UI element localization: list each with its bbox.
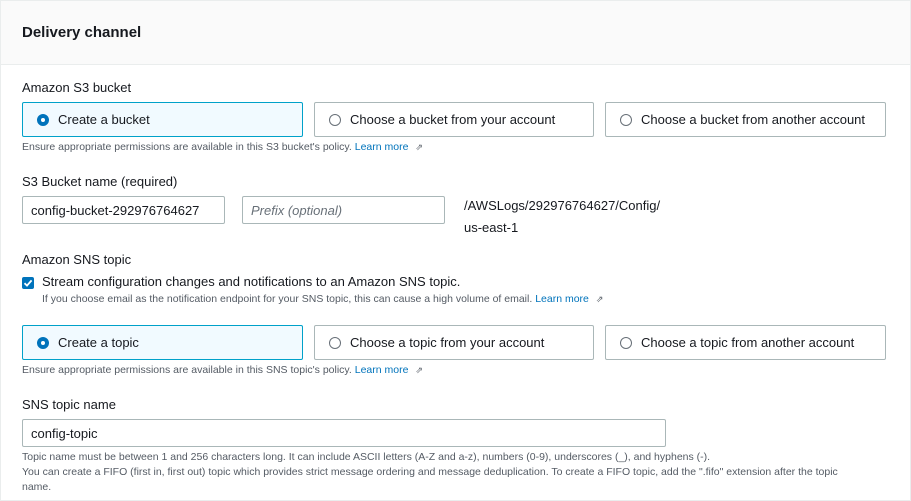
- radio-label: Choose a topic from another account: [641, 335, 855, 350]
- radio-label: Choose a topic from your account: [350, 335, 545, 350]
- s3-policy-help: Ensure appropriate permissions are avail…: [22, 141, 423, 153]
- panel-title: Delivery channel: [22, 24, 142, 41]
- external-link-icon: ⇗: [595, 294, 604, 304]
- sns-learn-more-link[interactable]: Learn more: [355, 364, 409, 376]
- radio-dot-icon: [37, 114, 49, 126]
- topic-name-help-3: name.: [22, 481, 52, 493]
- radio-dot-icon: [37, 337, 49, 349]
- delivery-channel-panel: Delivery channel Amazon S3 bucket Create…: [0, 0, 911, 501]
- prefix-input[interactable]: [242, 196, 445, 224]
- topic-name-help-2: You can create a FIFO (first in, first o…: [22, 466, 838, 478]
- radio-choose-bucket-your-account[interactable]: Choose a bucket from your account: [314, 102, 594, 137]
- sns-policy-help: Ensure appropriate permissions are avail…: [22, 364, 423, 376]
- radio-label: Create a topic: [58, 335, 139, 350]
- s3-policy-help-text: Ensure appropriate permissions are avail…: [22, 141, 352, 153]
- s3-learn-more-link[interactable]: Learn more: [355, 141, 409, 153]
- radio-dot-icon: [329, 337, 341, 349]
- sns-email-learn-more-link[interactable]: Learn more: [535, 293, 589, 305]
- stream-to-sns-label: Stream configuration changes and notific…: [42, 274, 461, 289]
- radio-dot-icon: [620, 114, 632, 126]
- stream-to-sns-checkbox[interactable]: [22, 277, 34, 289]
- panel-header: Delivery channel: [1, 1, 910, 65]
- log-path-line-2: us-east-1: [464, 220, 519, 235]
- sns-email-help-text: If you choose email as the notification …: [42, 293, 533, 305]
- radio-create-bucket[interactable]: Create a bucket: [22, 102, 303, 137]
- log-path: /AWSLogs/292976764627/Config/ us-east-1: [464, 195, 660, 239]
- bucket-name-label: S3 Bucket name (required): [22, 174, 178, 189]
- radio-label: Choose a bucket from your account: [350, 112, 556, 127]
- bucket-name-input[interactable]: [22, 196, 225, 224]
- s3-bucket-label: Amazon S3 bucket: [22, 80, 132, 95]
- external-link-icon: ⇗: [415, 365, 423, 375]
- checkmark-icon: [23, 279, 33, 287]
- radio-choose-bucket-another-account[interactable]: Choose a bucket from another account: [605, 102, 886, 137]
- topic-name-input[interactable]: [22, 419, 666, 447]
- topic-name-label: SNS topic name: [22, 397, 116, 412]
- radio-dot-icon: [329, 114, 341, 126]
- external-link-icon: ⇗: [415, 142, 423, 152]
- radio-choose-topic-your-account[interactable]: Choose a topic from your account: [314, 325, 594, 360]
- radio-label: Create a bucket: [58, 112, 150, 127]
- radio-dot-icon: [620, 337, 632, 349]
- sns-policy-help-text: Ensure appropriate permissions are avail…: [22, 364, 352, 376]
- sns-topic-label: Amazon SNS topic: [22, 252, 132, 267]
- radio-label: Choose a bucket from another account: [641, 112, 866, 127]
- log-path-line-1: /AWSLogs/292976764627/Config/: [464, 198, 661, 213]
- radio-create-topic[interactable]: Create a topic: [22, 325, 303, 360]
- sns-email-help: If you choose email as the notification …: [42, 293, 603, 305]
- radio-choose-topic-another-account[interactable]: Choose a topic from another account: [605, 325, 886, 360]
- topic-name-help-1: Topic name must be between 1 and 256 cha…: [22, 451, 711, 463]
